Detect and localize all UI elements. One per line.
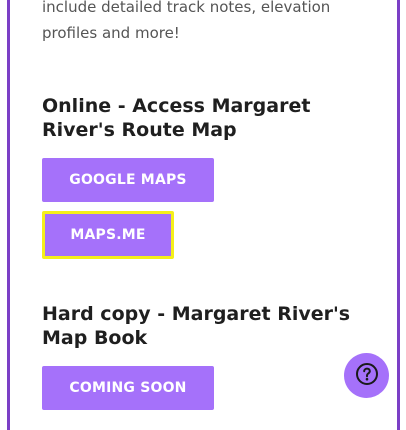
help-button[interactable] bbox=[344, 353, 389, 398]
online-route-map-heading: Online - Access Margaret River's Route M… bbox=[42, 95, 311, 141]
maps-me-button[interactable]: Maps.me bbox=[42, 211, 174, 259]
hard-copy-map-book-heading: Hard copy - Margaret River's Map Book bbox=[42, 303, 351, 349]
content-frame-right-border bbox=[397, 0, 400, 430]
page: include detailed track notes, elevation … bbox=[0, 0, 406, 430]
coming-soon-button[interactable]: Coming Soon bbox=[42, 366, 214, 410]
google-maps-button[interactable]: Google Maps bbox=[42, 158, 214, 202]
content-frame-left-border bbox=[7, 0, 10, 430]
intro-text: include detailed track notes, elevation … bbox=[42, 0, 331, 42]
question-circle-icon bbox=[355, 362, 379, 390]
